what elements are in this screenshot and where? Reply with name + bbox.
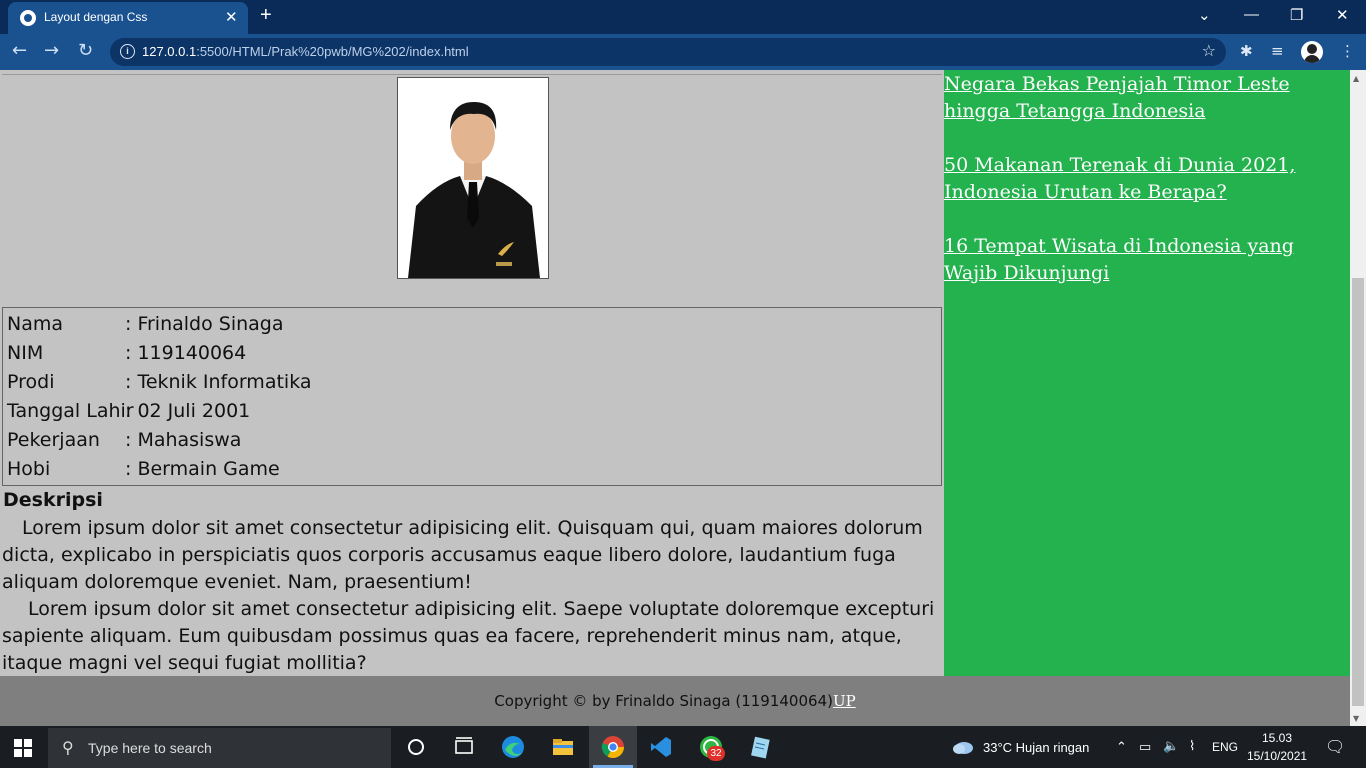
weather-text[interactable]: 33°C Hujan ringan [983, 740, 1089, 755]
close-window-button[interactable]: ✕ [1336, 6, 1349, 24]
sidebar-link[interactable]: 50 Makanan Terenak di Dunia 2021, Indone… [944, 152, 1344, 206]
sidebar-news: Negara Bekas Penjajah Timor Leste hingga… [944, 70, 1350, 676]
restore-button[interactable]: ❐ [1290, 6, 1303, 24]
volume-icon[interactable]: 🔈 [1163, 738, 1179, 754]
bio-table: Nama : Frinaldo Sinaga NIM : 119140064 P… [2, 307, 942, 486]
bio-key: Hobi [7, 458, 51, 480]
description-paragraph: Lorem ipsum dolor sit amet consectetur a… [2, 598, 935, 674]
bio-value: : Mahasiswa [125, 429, 242, 451]
notification-badge: 32 [707, 746, 725, 761]
bio-value: : Bermain Game [125, 458, 280, 480]
windows-start-icon[interactable] [14, 739, 32, 757]
taskbar-search-box[interactable]: ⚲ Type here to search [48, 728, 391, 768]
address-bar[interactable]: i 127.0.0.1:5500/HTML/Prak%20pwb/MG%202/… [110, 38, 1226, 66]
weather-cloud-icon[interactable] [952, 739, 974, 755]
scroll-up-arrow-icon[interactable]: ▲ [1353, 74, 1359, 83]
sidebar-link[interactable]: Negara Bekas Penjajah Timor Leste hingga… [944, 71, 1344, 125]
browser-toolbar: ← → ↻ i 127.0.0.1:5500/HTML/Prak%20pwb/M… [0, 34, 1366, 70]
bio-key: Nama [7, 313, 64, 335]
scrollbar-thumb[interactable] [1352, 278, 1364, 706]
sidebar-link[interactable]: 16 Tempat Wisata di Indonesia yang Wajib… [944, 233, 1344, 287]
clock-date[interactable]: 15/10/2021 [1247, 749, 1307, 763]
description-heading: Deskripsi [3, 489, 103, 511]
scroll-down-arrow-icon[interactable]: ▼ [1353, 714, 1359, 723]
chrome-taskbar-active[interactable] [589, 726, 637, 768]
windows-taskbar: ⚲ Type here to search 32 33°C Hujan ring… [0, 726, 1366, 768]
tab-close-button[interactable]: ✕ [225, 8, 238, 26]
bio-value: : 02 Juli 2001 [125, 400, 251, 422]
extensions-icon[interactable]: ✱ [1240, 42, 1253, 60]
profile-avatar[interactable] [1301, 41, 1323, 63]
page-footer: Copyright © by Frinaldo Sinaga (11914006… [0, 676, 1350, 726]
profile-photo [397, 77, 549, 279]
page-viewport: Nama : Frinaldo Sinaga NIM : 119140064 P… [0, 70, 1350, 726]
main-content: Nama : Frinaldo Sinaga NIM : 119140064 P… [0, 70, 944, 676]
edge-icon[interactable] [500, 734, 526, 760]
forward-arrow-icon[interactable]: → [44, 40, 59, 61]
search-icon: ⚲ [62, 738, 74, 757]
menu-icon[interactable]: ⋮ [1340, 42, 1355, 60]
cortana-icon[interactable] [403, 734, 429, 760]
chevron-up-icon[interactable]: ⌃ [1116, 739, 1127, 755]
vertical-scrollbar[interactable]: ▲ ▼ [1350, 70, 1366, 726]
bio-key: Tanggal Lahir [7, 400, 134, 422]
vscode-icon[interactable] [648, 734, 674, 760]
globe-icon [20, 10, 36, 26]
bio-key: Pekerjaan [7, 429, 100, 451]
reload-icon[interactable]: ↻ [78, 40, 93, 61]
copyright-text: Copyright © by Frinaldo Sinaga (11914006… [494, 692, 833, 710]
minimize-button[interactable]: — [1244, 6, 1259, 23]
new-tab-button[interactable]: + [260, 4, 272, 27]
description-paragraph: Lorem ipsum dolor sit amet consectetur a… [2, 517, 923, 593]
bio-value: : Frinaldo Sinaga [125, 313, 284, 335]
notepad-icon[interactable] [747, 734, 773, 760]
file-explorer-icon[interactable] [550, 734, 576, 760]
bio-value: : Teknik Informatika [125, 371, 312, 393]
bio-value: : 119140064 [125, 342, 247, 364]
browser-tab-strip: Layout dengan Css ✕ + ⌄ — ❐ ✕ [0, 0, 1366, 34]
media-icon[interactable]: ≡ [1271, 42, 1284, 60]
up-link[interactable]: UP [833, 692, 856, 710]
clock-time[interactable]: 15.03 [1262, 731, 1292, 745]
star-icon[interactable]: ☆ [1202, 41, 1216, 60]
bio-key: NIM [7, 342, 44, 364]
tab-title: Layout dengan Css [44, 10, 148, 24]
footer-line: Copyright © by Frinaldo Sinaga (11914006… [0, 692, 1350, 710]
battery-icon[interactable]: ▭ [1139, 739, 1151, 755]
chrome-icon[interactable] [600, 734, 626, 760]
wifi-icon[interactable]: ⌇ [1189, 738, 1195, 754]
task-view-icon[interactable] [451, 734, 477, 760]
photo-section [2, 74, 942, 305]
search-placeholder: Type here to search [88, 740, 212, 756]
tab-active[interactable]: Layout dengan Css ✕ [8, 2, 248, 34]
back-arrow-icon[interactable]: ← [12, 40, 27, 61]
tab-search-dropdown-icon[interactable]: ⌄ [1198, 6, 1211, 24]
url-text[interactable]: 127.0.0.1:5500/HTML/Prak%20pwb/MG%202/in… [142, 44, 469, 59]
info-icon[interactable]: i [120, 44, 135, 59]
notifications-icon[interactable]: 🗨 [1325, 737, 1345, 757]
person-photo-illustration [398, 78, 548, 278]
language-indicator[interactable]: ENG [1212, 740, 1238, 754]
bio-key: Prodi [7, 371, 55, 393]
